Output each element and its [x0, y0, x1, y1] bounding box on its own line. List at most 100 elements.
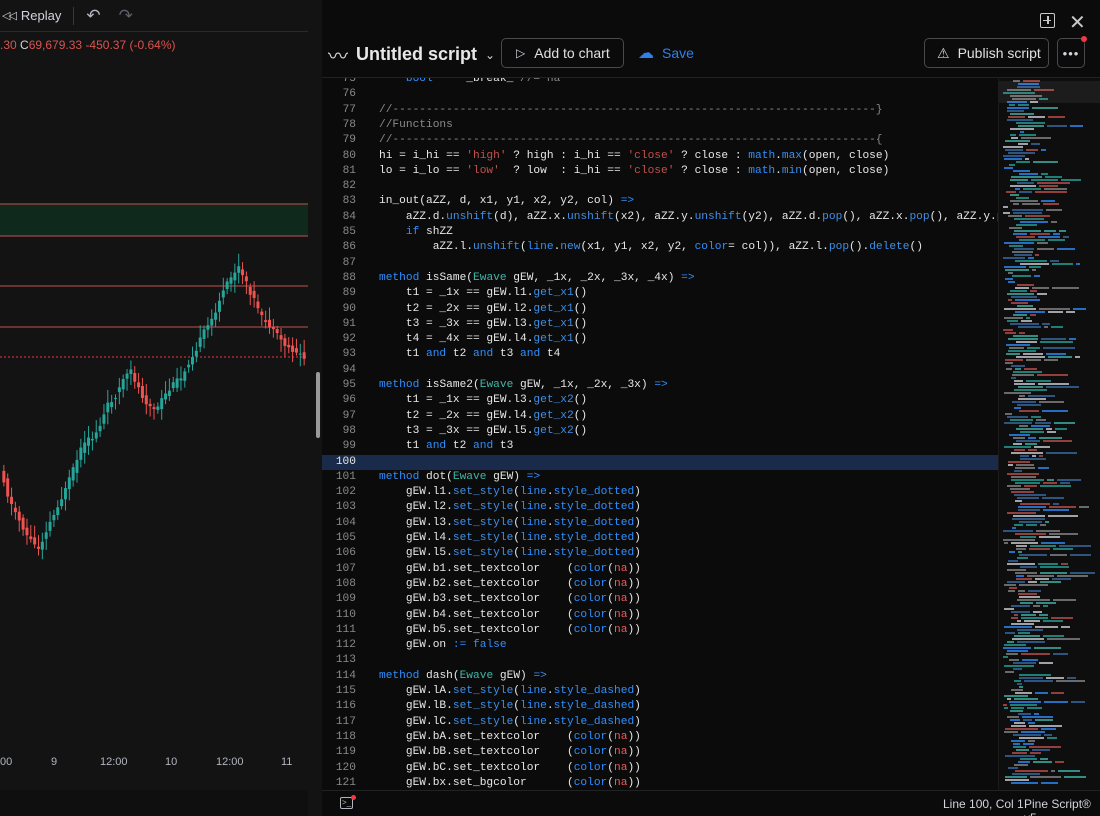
resize-handle[interactable] [316, 372, 320, 438]
code-line[interactable]: 119 gEW.bB.set_textcolor (color(na)) [322, 745, 998, 760]
code-line[interactable]: 96 t1 = _1x == gEW.l3.get_x2() [322, 393, 998, 408]
code-line[interactable]: 97 t2 = _2x == gEW.l4.get_x2() [322, 409, 998, 424]
chart-pane[interactable]: ◁◁ Replay ↶ ↷ .30 C69,679.33 -450.37 (-0… [0, 0, 308, 816]
code-line[interactable]: 110 gEW.b4.set_textcolor (color(na)) [322, 608, 998, 623]
minimap-line [1011, 740, 1025, 742]
code-line[interactable]: 106 gEW.l5.set_style(line.style_dotted) [322, 546, 998, 561]
minimap-line [1011, 707, 1024, 709]
code-line[interactable]: 109 gEW.b3.set_textcolor (color(na)) [322, 592, 998, 607]
minimap-line [1005, 269, 1029, 271]
minimap-line [1016, 440, 1040, 442]
minimap-line [1031, 425, 1050, 427]
minimap-line [1011, 452, 1043, 454]
code-line[interactable]: 86 aZZ.l.unshift(line.new(x1, y1, x2, y2… [322, 240, 998, 255]
code-line[interactable]: 88 method isSame(Ewave gEW, _1x, _2x, _3x… [322, 271, 998, 286]
code-line[interactable]: 104 gEW.l3.set_style(line.style_dotted) [322, 516, 998, 531]
maximize-icon[interactable] [1040, 13, 1055, 28]
code-line[interactable]: 75 bool _break_ //= na [322, 78, 998, 87]
cursor-position[interactable]: Line 100, Col 1 [943, 797, 1024, 811]
minimap-line [1019, 239, 1045, 241]
script-title-dropdown[interactable]: 〰 Untitled script ⌄ [328, 40, 495, 69]
candle-body [183, 371, 187, 381]
minimap-line [1042, 410, 1068, 412]
minimap-line [1005, 359, 1023, 361]
code-line[interactable]: 116 gEW.lB.set_style(line.style_dashed) [322, 699, 998, 714]
code-line[interactable]: 79 //------------------------------------… [322, 133, 998, 148]
replay-button[interactable]: ◁◁ Replay [0, 0, 61, 31]
code-line[interactable]: 77 //------------------------------------… [322, 103, 998, 118]
code-line[interactable]: 107 gEW.b1.set_textcolor (color(na)) [322, 562, 998, 577]
code-minimap[interactable] [998, 78, 1100, 790]
minimap-line [1011, 296, 1037, 298]
time-axis[interactable]: 00 9 12:00 10 12:00 11 [0, 756, 308, 780]
code-line[interactable]: 101 method dot(Ewave gEW) => [322, 470, 998, 485]
minimap-line [1075, 356, 1080, 358]
code-line[interactable]: 82 [322, 179, 998, 194]
code-line[interactable]: 94 [322, 363, 998, 378]
undo-icon[interactable]: ↶ [86, 6, 100, 26]
code-line[interactable]: 111 gEW.b5.set_textcolor (color(na)) [322, 623, 998, 638]
code-line[interactable]: 120 gEW.bC.set_textcolor (color(na)) [322, 761, 998, 776]
minimap-line [1018, 125, 1044, 127]
add-to-chart-button[interactable]: ▷ Add to chart [501, 38, 624, 68]
code-line[interactable]: 80 hi = i_hi == 'high' ? high : i_hi == '… [322, 149, 998, 164]
minimap-viewport[interactable] [999, 81, 1100, 103]
minimap-line [1024, 680, 1053, 682]
code-line[interactable]: 103 gEW.l2.set_style(line.style_dotted) [322, 500, 998, 515]
redo-icon[interactable]: ↷ [119, 6, 133, 26]
code-line[interactable]: 112 gEW.on := false [322, 638, 998, 653]
minimap-line [1036, 530, 1060, 532]
publish-script-button[interactable]: ⚠ Publish script [924, 38, 1049, 68]
code-area[interactable]: 75 bool _break_ //= na 76 77//------------… [322, 78, 998, 790]
minimap-line [1009, 227, 1022, 229]
minimap-line [1023, 188, 1041, 190]
code-line[interactable]: 121 gEW.bx.set_bgcolor (color(na)) [322, 776, 998, 790]
minimap-line [1045, 176, 1062, 178]
code-line[interactable]: 87 [322, 256, 998, 271]
code-line[interactable]: 118 gEW.bA.set_textcolor (color(na)) [322, 730, 998, 745]
code-line[interactable]: 102 gEW.l1.set_style(line.style_dotted) [322, 485, 998, 500]
code-line[interactable]: 99 t1 and t2 and t3 [322, 439, 998, 454]
code-line[interactable]: 83 in_out(aZZ, d, x1, y1, x2, y2, col) => [322, 194, 998, 209]
code-line[interactable]: 76 [322, 87, 998, 102]
code-line[interactable]: 93 t1 and t2 and t3 and t4 [322, 347, 998, 362]
code-line[interactable]: 84 aZZ.d.unshift(d), aZZ.x.unshift(x2), … [322, 210, 998, 225]
price-chart[interactable] [0, 0, 308, 760]
code-line[interactable]: 81 lo = i_lo == 'low' ? low : i_hi == 'cl… [322, 164, 998, 179]
minimap-line [1007, 698, 1011, 700]
minimap-line [1004, 422, 1032, 424]
code-text: t2 = _2x == gEW.l2.get_x1() [379, 302, 588, 315]
code-line[interactable]: 85 if shZZ [322, 225, 998, 240]
line-number: 108 [335, 577, 356, 590]
code-text: gEW.lC.set_style(line.style_dashed) [379, 715, 641, 728]
minimap-line [1028, 590, 1041, 592]
minimap-line [1003, 647, 1031, 649]
language-version[interactable]: Pine Script® v5 [1024, 797, 1100, 816]
candle-body [137, 382, 141, 388]
code-line[interactable]: 90 t2 = _2x == gEW.l2.get_x1() [322, 302, 998, 317]
code-line[interactable]: 115 gEW.lA.set_style(line.style_dashed) [322, 684, 998, 699]
code-line[interactable]: 92 t4 = _4x == gEW.l4.get_x1() [322, 332, 998, 347]
code-line[interactable]: 89 t1 = _1x == gEW.l1.get_x1() [322, 286, 998, 301]
line-number: 112 [335, 639, 356, 652]
code-line[interactable]: 117 gEW.lC.set_style(line.style_dashed) [322, 715, 998, 730]
code-text: //--------------------------------------… [379, 134, 883, 147]
code-line[interactable]: 105 gEW.l4.set_style(line.style_dotted) [322, 531, 998, 546]
minimap-line [1014, 407, 1021, 409]
code-line[interactable]: 108 gEW.b2.set_textcolor (color(na)) [322, 577, 998, 592]
code-line[interactable]: 78 //Functions [322, 118, 998, 133]
code-line[interactable]: 91 t3 = _3x == gEW.l3.get_x1() [322, 317, 998, 332]
minimap-line [1017, 305, 1033, 307]
code-line[interactable]: 113 [322, 653, 998, 668]
code-text: t1 = _1x == gEW.l3.get_x2() [379, 394, 588, 407]
code-line[interactable]: 95 method isSame2(Ewave gEW, _1x, _2x, _3… [322, 378, 998, 393]
code-line[interactable]: 98 t3 = _3x == gEW.l5.get_x2() [322, 424, 998, 439]
more-options-button[interactable]: ••• [1057, 38, 1085, 68]
line-number: 94 [342, 363, 356, 376]
minimap-line [1037, 374, 1068, 376]
code-line[interactable]: 100 [322, 454, 998, 470]
save-button[interactable]: ☁ Save [638, 38, 694, 68]
close-icon[interactable]: ✕ [1069, 10, 1086, 35]
minimap-line [1066, 311, 1075, 313]
code-line[interactable]: 114 method dash(Ewave gEW) => [322, 669, 998, 684]
